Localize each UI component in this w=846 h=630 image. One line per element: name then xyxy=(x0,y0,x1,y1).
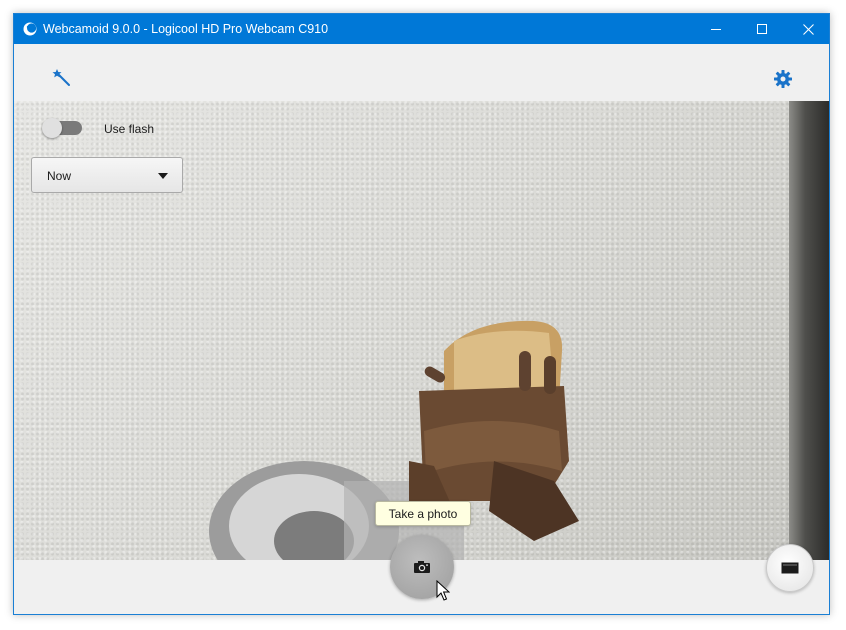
camera-icon xyxy=(414,561,430,573)
maximize-icon xyxy=(757,24,767,34)
minimize-button[interactable] xyxy=(693,14,739,44)
take-photo-tooltip: Take a photo xyxy=(375,501,471,526)
window-title: Webcamoid 9.0.0 - Logicool HD Pro Webcam… xyxy=(43,22,329,36)
flash-toggle[interactable] xyxy=(42,118,82,138)
gear-icon xyxy=(774,70,792,88)
timer-select-value: Now xyxy=(47,169,72,183)
magic-wand-icon xyxy=(52,69,70,86)
flash-toggle-knob[interactable] xyxy=(42,118,62,138)
settings-button[interactable] xyxy=(773,69,793,89)
close-button[interactable] xyxy=(785,14,829,44)
top-toolbar xyxy=(14,44,829,101)
close-icon xyxy=(802,23,814,35)
minimize-icon xyxy=(711,29,721,30)
app-window: Webcamoid 9.0.0 - Logicool HD Pro Webcam… xyxy=(13,13,830,615)
camera-preview: Use flash Now xyxy=(14,101,829,560)
mouse-cursor-icon xyxy=(436,580,450,601)
record-video-button[interactable] xyxy=(766,544,814,592)
video-record-icon xyxy=(781,562,799,574)
effects-button[interactable] xyxy=(52,68,72,88)
timer-select[interactable]: Now xyxy=(31,157,183,193)
webcamoid-logo-icon xyxy=(23,22,37,36)
flash-label: Use flash xyxy=(104,122,155,136)
title-bar[interactable]: Webcamoid 9.0.0 - Logicool HD Pro Webcam… xyxy=(14,14,829,44)
chevron-down-icon xyxy=(158,173,168,179)
maximize-button[interactable] xyxy=(739,14,785,44)
